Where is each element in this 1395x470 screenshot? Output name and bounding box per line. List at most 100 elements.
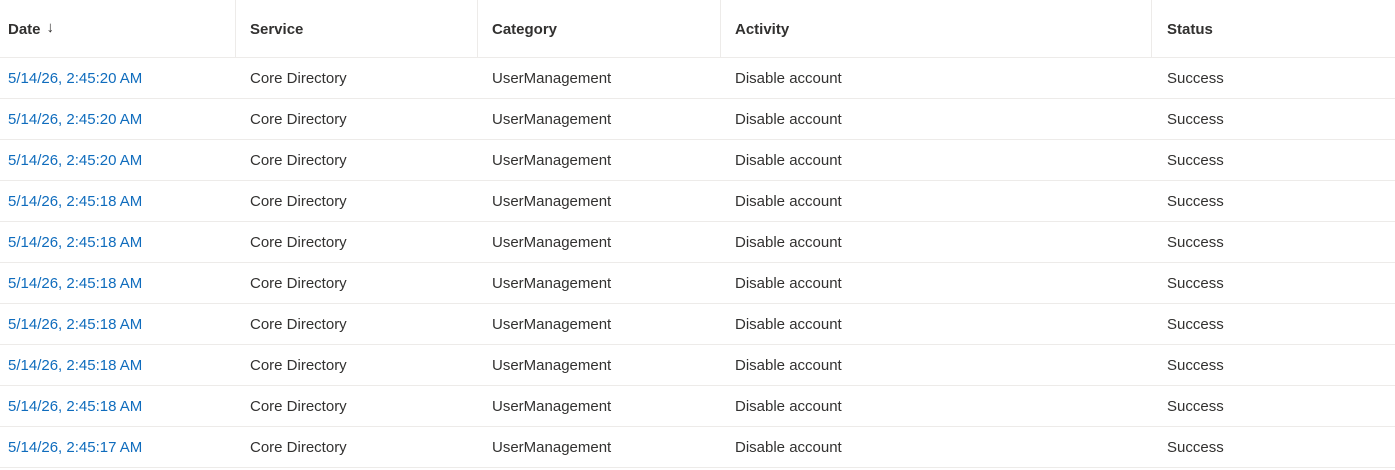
status-cell: Success xyxy=(1152,304,1395,344)
category-cell: UserManagement xyxy=(478,263,721,303)
category-cell: UserManagement xyxy=(478,345,721,385)
activity-cell: Disable account xyxy=(721,222,1152,262)
date-cell[interactable]: 5/14/26, 2:45:20 AM xyxy=(0,140,236,180)
category-text: UserManagement xyxy=(492,274,612,292)
activity-text: Disable account xyxy=(735,397,842,415)
table-row[interactable]: 5/14/26, 2:45:18 AM Core Directory UserMan… xyxy=(0,222,1395,263)
column-header-service[interactable]: Service xyxy=(236,0,478,58)
date-cell[interactable]: 5/14/26, 2:45:18 AM xyxy=(0,181,236,221)
status-text: Success xyxy=(1167,438,1224,456)
category-cell: UserManagement xyxy=(478,58,721,98)
table-row[interactable]: 5/14/26, 2:45:17 AM Core Directory UserMan… xyxy=(0,427,1395,468)
service-cell: Core Directory xyxy=(236,222,478,262)
activity-cell: Disable account xyxy=(721,181,1152,221)
status-text: Success xyxy=(1167,192,1224,210)
date-cell[interactable]: 5/14/26, 2:45:17 AM xyxy=(0,427,236,467)
column-header-category[interactable]: Category xyxy=(478,0,721,58)
service-text: Core Directory xyxy=(250,274,347,292)
activity-text: Disable account xyxy=(735,110,842,128)
status-text: Success xyxy=(1167,233,1224,251)
activity-cell: Disable account xyxy=(721,304,1152,344)
status-cell: Success xyxy=(1152,386,1395,426)
date-link[interactable]: 5/14/26, 2:45:20 AM xyxy=(8,70,142,87)
status-cell: Success xyxy=(1152,263,1395,303)
service-cell: Core Directory xyxy=(236,386,478,426)
table-row[interactable]: 5/14/26, 2:45:18 AM Core Directory UserMan… xyxy=(0,181,1395,222)
activity-text: Disable account xyxy=(735,315,842,333)
date-link[interactable]: 5/14/26, 2:45:20 AM xyxy=(8,111,142,128)
table-row[interactable]: 5/14/26, 2:45:18 AM Core Directory UserMan… xyxy=(0,386,1395,427)
column-header-label: Date xyxy=(8,20,41,38)
table-row[interactable]: 5/14/26, 2:45:18 AM Core Directory UserMan… xyxy=(0,345,1395,386)
service-text: Core Directory xyxy=(250,438,347,456)
column-header-label: Category xyxy=(492,20,558,38)
category-cell: UserManagement xyxy=(478,99,721,139)
table-row[interactable]: 5/14/26, 2:45:20 AM Core Directory UserMan… xyxy=(0,99,1395,140)
activity-text: Disable account xyxy=(735,438,842,456)
date-link[interactable]: 5/14/26, 2:45:18 AM xyxy=(8,357,142,374)
service-text: Core Directory xyxy=(250,233,347,251)
date-link[interactable]: 5/14/26, 2:45:18 AM xyxy=(8,275,142,292)
column-header-label: Status xyxy=(1167,20,1213,38)
service-text: Core Directory xyxy=(250,151,347,169)
activity-text: Disable account xyxy=(735,233,842,251)
category-text: UserManagement xyxy=(492,192,612,210)
date-cell[interactable]: 5/14/26, 2:45:18 AM xyxy=(0,304,236,344)
date-cell[interactable]: 5/14/26, 2:45:18 AM xyxy=(0,263,236,303)
status-text: Success xyxy=(1167,110,1224,128)
category-cell: UserManagement xyxy=(478,222,721,262)
category-text: UserManagement xyxy=(492,151,612,169)
date-cell[interactable]: 5/14/26, 2:45:18 AM xyxy=(0,222,236,262)
date-link[interactable]: 5/14/26, 2:45:18 AM xyxy=(8,398,142,415)
date-cell[interactable]: 5/14/26, 2:45:18 AM xyxy=(0,345,236,385)
status-cell: Success xyxy=(1152,345,1395,385)
category-text: UserManagement xyxy=(492,315,612,333)
service-text: Core Directory xyxy=(250,69,347,87)
activity-cell: Disable account xyxy=(721,99,1152,139)
service-text: Core Directory xyxy=(250,110,347,128)
status-text: Success xyxy=(1167,69,1224,87)
date-cell[interactable]: 5/14/26, 2:45:18 AM xyxy=(0,386,236,426)
column-header-label: Activity xyxy=(735,20,790,38)
activity-cell: Disable account xyxy=(721,140,1152,180)
table-body: 5/14/26, 2:45:20 AM Core Directory UserMan… xyxy=(0,58,1395,468)
column-header-activity[interactable]: Activity xyxy=(721,0,1152,58)
table-header-row: Date ↓ Service Category Activity Status xyxy=(0,0,1395,58)
status-text: Success xyxy=(1167,356,1224,374)
service-cell: Core Directory xyxy=(236,99,478,139)
table-row[interactable]: 5/14/26, 2:45:20 AM Core Directory UserMan… xyxy=(0,58,1395,99)
date-link[interactable]: 5/14/26, 2:45:20 AM xyxy=(8,152,142,169)
service-text: Core Directory xyxy=(250,356,347,374)
date-cell[interactable]: 5/14/26, 2:45:20 AM xyxy=(0,58,236,98)
service-text: Core Directory xyxy=(250,192,347,210)
category-text: UserManagement xyxy=(492,356,612,374)
status-text: Success xyxy=(1167,397,1224,415)
status-cell: Success xyxy=(1152,140,1395,180)
date-link[interactable]: 5/14/26, 2:45:17 AM xyxy=(8,439,142,456)
service-cell: Core Directory xyxy=(236,427,478,467)
table-row[interactable]: 5/14/26, 2:45:20 AM Core Directory UserMan… xyxy=(0,140,1395,181)
category-cell: UserManagement xyxy=(478,386,721,426)
category-text: UserManagement xyxy=(492,69,612,87)
date-link[interactable]: 5/14/26, 2:45:18 AM xyxy=(8,316,142,333)
service-cell: Core Directory xyxy=(236,181,478,221)
date-link[interactable]: 5/14/26, 2:45:18 AM xyxy=(8,234,142,251)
status-cell: Success xyxy=(1152,181,1395,221)
activity-cell: Disable account xyxy=(721,263,1152,303)
status-cell: Success xyxy=(1152,58,1395,98)
activity-text: Disable account xyxy=(735,274,842,292)
table-row[interactable]: 5/14/26, 2:45:18 AM Core Directory UserMan… xyxy=(0,263,1395,304)
date-link[interactable]: 5/14/26, 2:45:18 AM xyxy=(8,193,142,210)
category-text: UserManagement xyxy=(492,438,612,456)
table-row[interactable]: 5/14/26, 2:45:18 AM Core Directory UserMan… xyxy=(0,304,1395,345)
category-cell: UserManagement xyxy=(478,304,721,344)
activity-cell: Disable account xyxy=(721,427,1152,467)
status-cell: Success xyxy=(1152,222,1395,262)
column-header-status[interactable]: Status xyxy=(1152,0,1395,58)
status-cell: Success xyxy=(1152,99,1395,139)
column-header-label: Service xyxy=(250,20,304,38)
column-header-date[interactable]: Date ↓ xyxy=(0,0,236,58)
date-cell[interactable]: 5/14/26, 2:45:20 AM xyxy=(0,99,236,139)
service-cell: Core Directory xyxy=(236,345,478,385)
activity-text: Disable account xyxy=(735,356,842,374)
